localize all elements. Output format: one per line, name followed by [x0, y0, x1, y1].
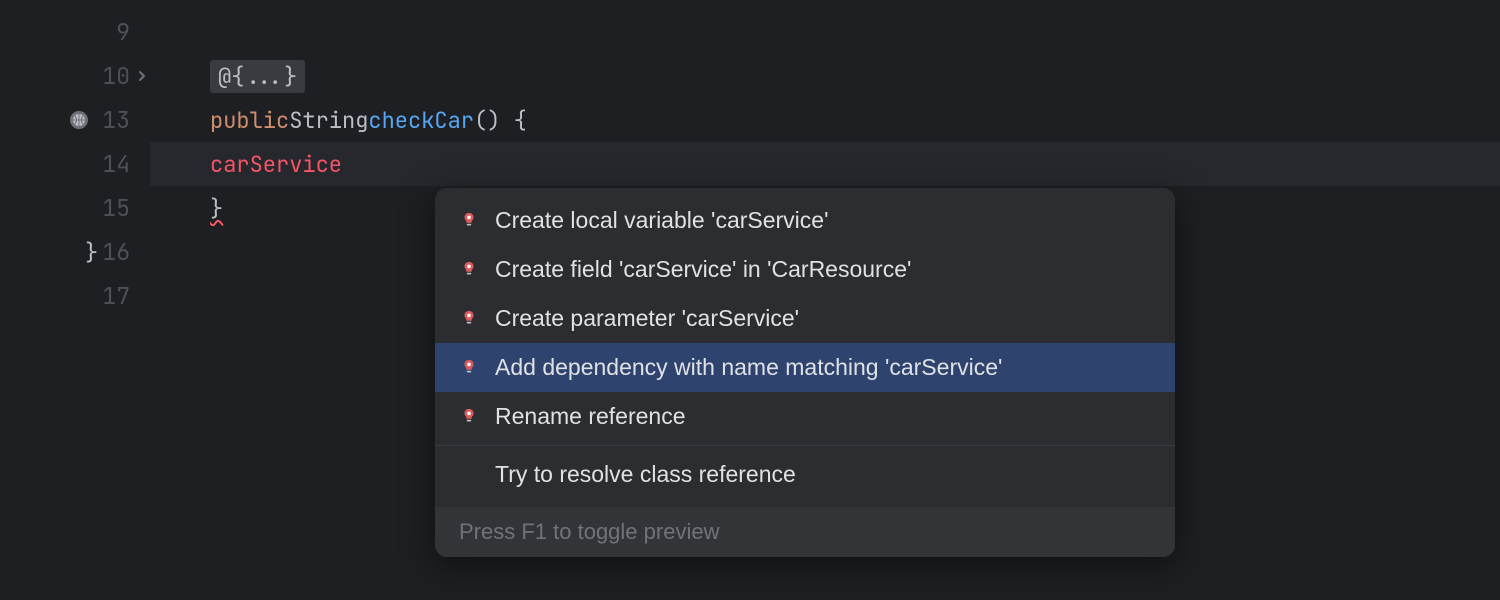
line-number: 17	[102, 281, 130, 311]
keyword: public	[210, 106, 289, 135]
gutter-row: 17	[0, 274, 150, 318]
intention-action-item[interactable]: Create local variable 'carService'	[435, 196, 1175, 245]
code-line-active: carService	[150, 142, 1500, 186]
line-number: 15	[102, 193, 130, 223]
error-bulb-icon	[459, 359, 479, 377]
gutter-row: 14	[0, 142, 150, 186]
brace: }	[85, 238, 98, 267]
expand-fold-icon[interactable]	[134, 68, 150, 84]
gutter-row: 10	[0, 54, 150, 98]
brace: {	[500, 106, 526, 135]
line-number: 13	[102, 105, 130, 135]
line-number: 14	[102, 149, 130, 179]
web-endpoint-icon[interactable]	[68, 109, 90, 131]
gutter: 9 10 13 14	[0, 0, 150, 600]
popup-separator	[435, 445, 1175, 446]
brace: }	[210, 194, 223, 223]
parentheses: ()	[474, 106, 500, 135]
intention-action-item[interactable]: Rename reference	[435, 392, 1175, 441]
error-bulb-icon	[459, 408, 479, 426]
line-number: 10	[102, 61, 130, 91]
intention-action-item[interactable]: Create field 'carService' in 'CarResourc…	[435, 245, 1175, 294]
code-line: @{...}	[150, 54, 1500, 98]
gutter-row: 13	[0, 98, 150, 142]
line-number: 16	[102, 237, 130, 267]
intention-action-item-selected[interactable]: Add dependency with name matching 'carSe…	[435, 343, 1175, 392]
intention-actions-popup: Create local variable 'carService' Creat…	[435, 188, 1175, 557]
intention-action-label: Create parameter 'carService'	[495, 305, 799, 332]
folded-region[interactable]: @{...}	[210, 60, 305, 93]
intention-action-item[interactable]: Try to resolve class reference	[435, 450, 1175, 499]
gutter-row: 16	[0, 230, 150, 274]
intention-action-label: Create local variable 'carService'	[495, 207, 828, 234]
unresolved-reference: carService	[210, 150, 342, 179]
intention-action-label: Rename reference	[495, 403, 686, 430]
gutter-row: 9	[0, 10, 150, 54]
intention-action-label: Create field 'carService' in 'CarResourc…	[495, 256, 911, 283]
gutter-row: 15	[0, 186, 150, 230]
intention-action-label: Try to resolve class reference	[495, 461, 796, 488]
line-number: 9	[116, 17, 130, 47]
method-name: checkCar	[368, 106, 474, 135]
error-bulb-icon	[459, 212, 479, 230]
error-bulb-icon	[459, 310, 479, 328]
error-bulb-icon	[459, 261, 479, 279]
intention-action-item[interactable]: Create parameter 'carService'	[435, 294, 1175, 343]
code-line	[150, 10, 1500, 54]
intention-action-label: Add dependency with name matching 'carSe…	[495, 354, 1002, 381]
code-line: public String checkCar() {	[150, 98, 1500, 142]
type: String	[289, 106, 368, 135]
popup-footer-hint: Press F1 to toggle preview	[435, 507, 1175, 557]
